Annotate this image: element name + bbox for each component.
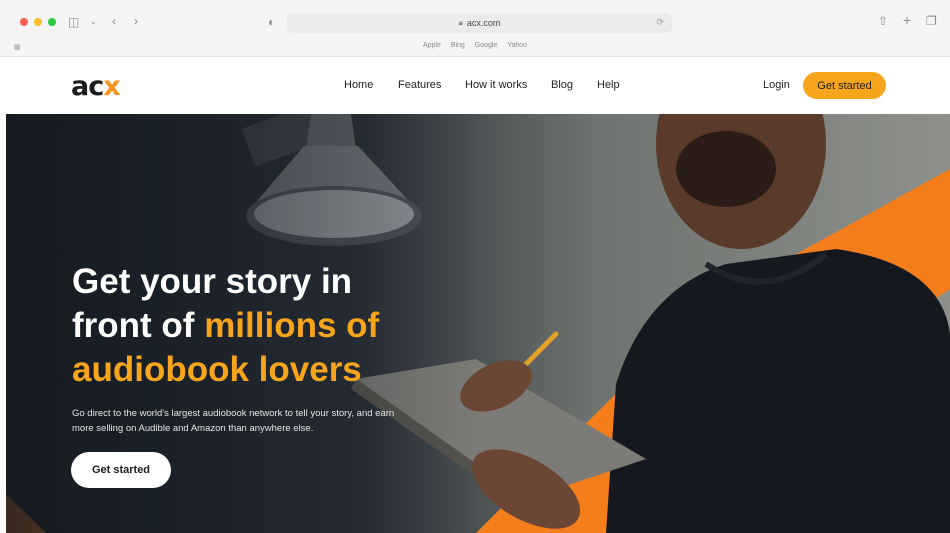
window-controls: [20, 18, 56, 26]
back-icon[interactable]: ‹: [112, 15, 116, 27]
close-window-button[interactable]: [20, 18, 28, 26]
hero-headline-line3: audiobook lovers: [72, 350, 362, 389]
browser-chrome: ◫ ⌄ ‹ › ◐ 🔒︎ acx.com ⟳ ⇧ + ❐ ▦ Apple Bin…: [0, 0, 950, 57]
get-started-header-button[interactable]: Get started: [803, 72, 886, 99]
nav-blog[interactable]: Blog: [551, 79, 573, 91]
sidebar-icon[interactable]: ◫: [68, 16, 79, 28]
favorite-bing[interactable]: Bing: [451, 42, 465, 49]
lock-icon: 🔒︎: [458, 18, 463, 27]
login-link[interactable]: Login: [763, 79, 790, 91]
hero-subtitle: Go direct to the world's largest audiobo…: [72, 408, 395, 434]
nav-how-it-works[interactable]: How it works: [465, 79, 527, 91]
zoom-window-button[interactable]: [48, 18, 56, 26]
hero-headline-line2: front of millions of: [72, 304, 452, 348]
nav-home[interactable]: Home: [344, 79, 373, 91]
favorite-google[interactable]: Google: [475, 42, 498, 49]
new-tab-icon[interactable]: +: [903, 13, 911, 27]
minimize-window-button[interactable]: [34, 18, 42, 26]
hero-headline-accent: millions of: [204, 306, 380, 345]
favorite-yahoo[interactable]: Yahoo: [507, 42, 527, 49]
nav-help[interactable]: Help: [597, 79, 620, 91]
favorite-apple[interactable]: Apple: [423, 42, 441, 49]
hero-section: Get your story in front of millions of a…: [6, 114, 950, 533]
nav-features[interactable]: Features: [398, 79, 441, 91]
url-text: acx.com: [466, 18, 501, 28]
privacy-shield-icon[interactable]: ◐: [268, 16, 275, 28]
hero-headline-line1: Get your story in: [72, 262, 353, 301]
address-bar[interactable]: 🔒︎ acx.com ⟳: [287, 13, 672, 33]
forward-icon[interactable]: ›: [134, 15, 138, 27]
site-header: acx Home Features How it works Blog Help…: [0, 57, 950, 114]
reload-icon[interactable]: ⟳: [656, 17, 664, 28]
acx-logo[interactable]: acx: [71, 71, 121, 102]
hero-headline: Get your story in front of millions of a…: [72, 260, 452, 392]
get-started-hero-button[interactable]: Get started: [71, 452, 171, 488]
hero-headline-plain: front of: [72, 306, 205, 345]
favorites-bar: Apple Bing Google Yahoo: [0, 42, 950, 49]
chevron-down-icon[interactable]: ⌄: [90, 16, 97, 28]
tab-overview-icon[interactable]: ❐: [926, 15, 937, 27]
share-icon[interactable]: ⇧: [878, 15, 888, 27]
